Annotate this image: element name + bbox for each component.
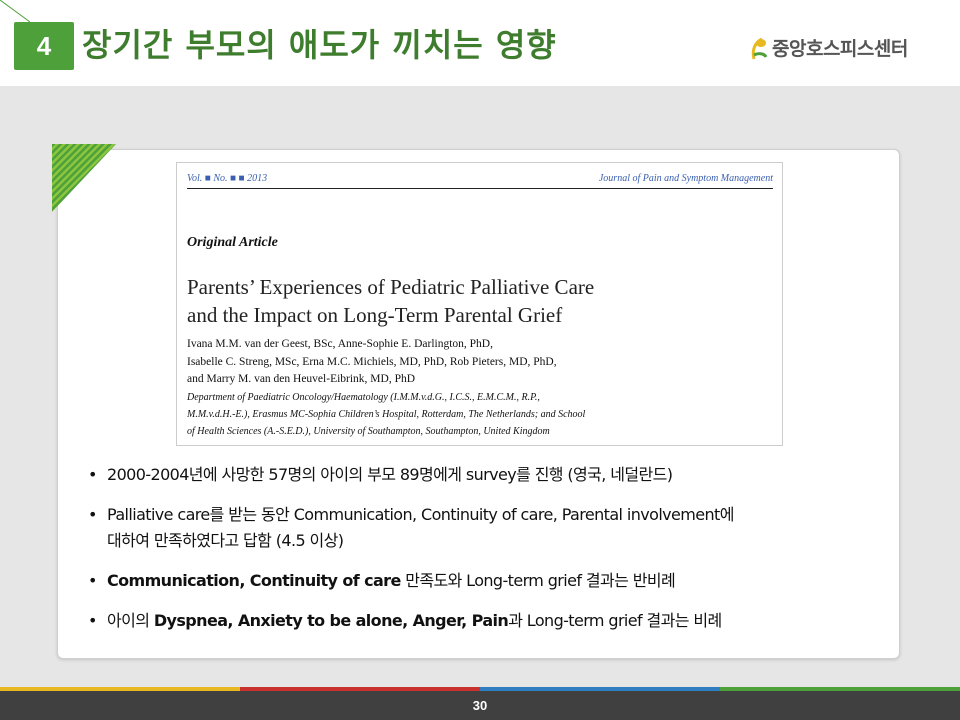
bullet-bold-text: Communication, Continuity of care — [107, 571, 401, 590]
logo: 중앙호스피스센터 — [748, 34, 908, 61]
article-type: Original Article — [187, 235, 278, 250]
bullet-item: 2000-2004년에 사망한 57명의 아이의 부모 89명에게 survey… — [88, 462, 868, 488]
leaf-logo-icon — [751, 37, 768, 59]
article-title-line: Parents’ Experiences of Pediatric Pallia… — [187, 275, 595, 299]
section-number-badge: 4 — [14, 22, 74, 70]
bullet-item: 아이의 Dyspnea, Anxiety to be alone, Anger,… — [88, 608, 868, 634]
affiliation-line: of Health Sciences (A.-S.E.D.), Universi… — [187, 426, 550, 437]
affiliation-line: M.M.v.d.H.-E.), Erasmus MC-Sophia Childr… — [187, 409, 586, 420]
journal-header: Vol. ■ No. ■ ■ 2013 Journal of Pain and … — [187, 173, 773, 189]
bullet-text: 2000-2004년에 사망한 57명의 아이의 부모 89명에게 survey… — [107, 465, 673, 484]
bullet-text: Palliative care를 받는 동안 Communication, Co… — [107, 505, 734, 524]
page-number: 30 — [472, 698, 488, 713]
journal-name: Journal of Pain and Symptom Management — [598, 173, 773, 184]
section-number: 4 — [36, 30, 52, 61]
article-title: Parents’ Experiences of Pediatric Pallia… — [187, 273, 777, 329]
bullet-text: 만족도와 Long-term grief 결과는 반비례 — [400, 571, 676, 590]
bullet-text: 대하여 만족하였다고 답함 (4.5 이상) — [107, 531, 344, 550]
slide-title: 장기간 부모의 애도가 끼치는 영향 — [82, 26, 557, 64]
affiliation-line: Department of Paediatric Oncology/Haemat… — [187, 392, 540, 403]
authors-line: Isabelle C. Streng, MSc, Erna M.C. Michi… — [187, 355, 557, 368]
stripe-decoration — [52, 144, 116, 212]
article-image: Vol. ■ No. ■ ■ 2013 Journal of Pain and … — [176, 162, 783, 446]
slide-header: 4 장기간 부모의 애도가 끼치는 영향 중앙호스피스센터 — [0, 0, 960, 86]
bullet-text: 아이의 — [107, 611, 154, 630]
authors-line: and Marry M. van den Heuvel-Eibrink, MD,… — [187, 373, 416, 385]
article-title-line: and the Impact on Long-Term Parental Gri… — [187, 303, 563, 327]
article-authors: Ivana M.M. van der Geest, BSc, Anne-Soph… — [187, 336, 777, 389]
bullet-text: 과 Long-term grief 결과는 비례 — [508, 611, 722, 630]
bullet-list: 2000-2004년에 사망한 57명의 아이의 부모 89명에게 survey… — [88, 462, 868, 648]
bullet-bold-text: Dyspnea, Anxiety to be alone, Anger, Pai… — [153, 611, 509, 630]
journal-volume: Vol. ■ No. ■ ■ 2013 — [187, 173, 268, 184]
article-affiliations: Department of Paediatric Oncology/Haemat… — [187, 389, 777, 440]
authors-line: Ivana M.M. van der Geest, BSc, Anne-Soph… — [187, 338, 493, 350]
bullet-item: Communication, Continuity of care 만족도와 L… — [88, 568, 868, 594]
bullet-item: Palliative care를 받는 동안 Communication, Co… — [88, 502, 868, 554]
logo-text: 중앙호스피스센터 — [772, 38, 908, 60]
